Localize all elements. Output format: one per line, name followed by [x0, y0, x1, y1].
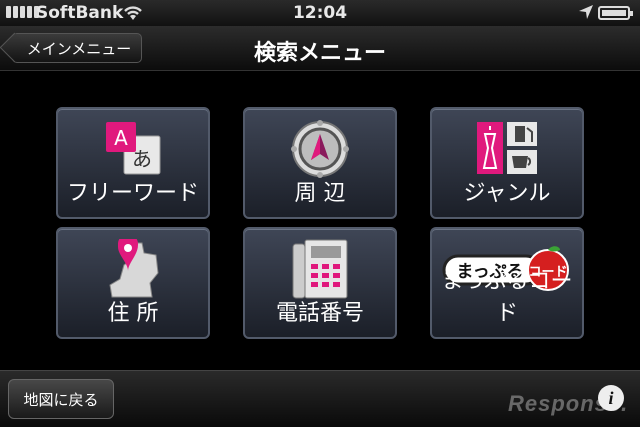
search-menu-grid: あ A フリーワード 周 辺 ジャンル 住 所 電話番号 まっぷる コード まっ…: [0, 71, 640, 370]
address-button[interactable]: 住 所: [56, 227, 210, 339]
navigation-bar: メインメニュー 検索メニュー: [0, 26, 640, 71]
genre-label: ジャンル: [463, 181, 551, 206]
nearby-button[interactable]: 周 辺: [243, 107, 397, 219]
battery-icon: [598, 6, 633, 20]
nearby-compass-icon: [245, 119, 395, 179]
svg-text:A: A: [114, 126, 128, 150]
genre-button[interactable]: ジャンル: [430, 107, 584, 219]
status-bar: SoftBank 12:04: [0, 0, 640, 26]
genre-icon: [432, 119, 582, 179]
address-map-pin-icon: [58, 239, 208, 299]
phone-number-label: 電話番号: [275, 301, 364, 326]
mapple-code-label: まっぷるコード: [441, 269, 573, 326]
page-title: 検索メニュー: [253, 41, 386, 66]
free-word-label: フリーワード: [66, 181, 199, 206]
nearby-label: 周 辺: [294, 181, 346, 206]
return-to-map-button[interactable]: 地図に戻る: [8, 379, 114, 419]
status-time: 12:04: [292, 3, 348, 23]
free-word-button[interactable]: あ A フリーワード: [56, 107, 210, 219]
phone-number-button[interactable]: 電話番号: [243, 227, 397, 339]
telephone-icon: [245, 239, 395, 299]
free-word-icon: あ A: [58, 119, 208, 179]
info-icon[interactable]: i: [598, 385, 624, 411]
mapple-code-button[interactable]: まっぷる コード まっぷるコード: [430, 227, 584, 339]
location-arrow-icon: [578, 4, 594, 25]
bottom-toolbar: 地図に戻る Response. i: [0, 370, 640, 427]
address-label: 住 所: [107, 301, 159, 326]
